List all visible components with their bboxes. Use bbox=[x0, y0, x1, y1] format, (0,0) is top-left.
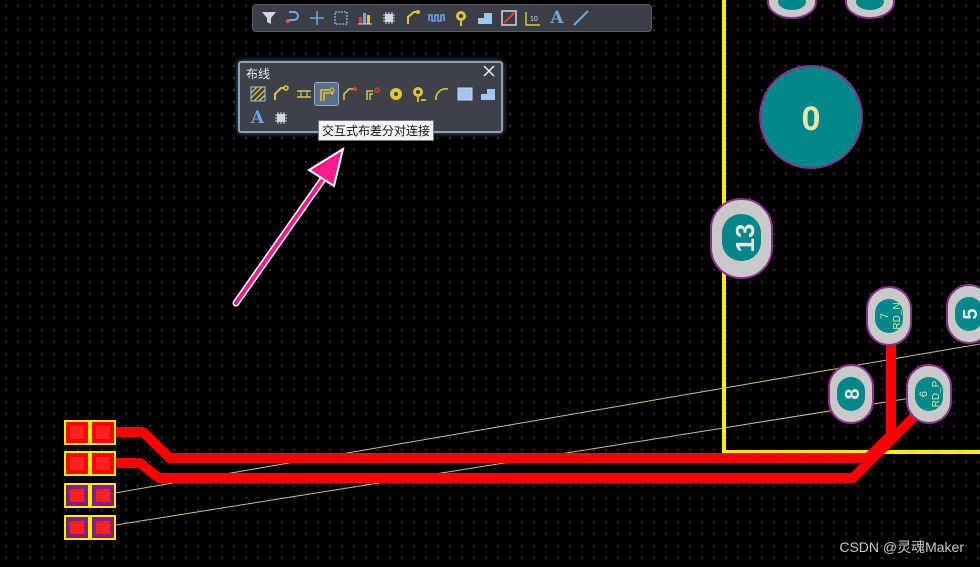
smd-connector[interactable] bbox=[64, 420, 116, 540]
length-tune-icon bbox=[428, 14, 445, 22]
pad-0-label: 0 bbox=[802, 100, 821, 138]
route-icon bbox=[407, 10, 420, 24]
gloss-button[interactable] bbox=[338, 83, 361, 105]
annotation-arrow bbox=[232, 146, 345, 307]
align-button[interactable] bbox=[353, 6, 377, 30]
multi-route-button[interactable] bbox=[292, 83, 315, 105]
text-icon: A bbox=[250, 108, 265, 128]
polygon-button[interactable] bbox=[473, 6, 497, 30]
active-bar-toolbar: 10 A bbox=[252, 4, 652, 32]
interactive-route-button[interactable] bbox=[269, 83, 292, 105]
retrace-icon bbox=[365, 87, 380, 100]
via-icon bbox=[456, 11, 466, 26]
routing-panel-title: 布线 bbox=[246, 67, 271, 81]
area-icon bbox=[501, 10, 517, 26]
trace-rd-p[interactable] bbox=[104, 341, 896, 463]
place-string-button[interactable]: A bbox=[246, 107, 269, 129]
pad-7-net: RD_N bbox=[892, 302, 903, 329]
watermark: CSDN @灵魂Maker bbox=[839, 539, 964, 555]
place-pad-button[interactable] bbox=[384, 83, 407, 105]
dimension-button[interactable]: 10 bbox=[521, 6, 545, 30]
dimension-icon: 10 bbox=[525, 12, 540, 26]
fill-button[interactable] bbox=[453, 83, 476, 105]
component-button[interactable] bbox=[377, 6, 401, 30]
length-tune-button[interactable] bbox=[425, 6, 449, 30]
arc-button[interactable] bbox=[430, 83, 453, 105]
multi-route-icon bbox=[296, 90, 311, 98]
trace-rd-n[interactable] bbox=[104, 398, 922, 483]
route-button[interactable] bbox=[401, 6, 425, 30]
diff-pair-route-button[interactable] bbox=[314, 82, 339, 106]
component-icon bbox=[383, 12, 395, 24]
place-component-button[interactable] bbox=[269, 107, 292, 129]
routing-panel-row: A bbox=[246, 107, 292, 129]
area-button[interactable] bbox=[497, 6, 521, 30]
component-icon bbox=[274, 112, 287, 124]
via-button[interactable] bbox=[449, 6, 473, 30]
line-button[interactable] bbox=[569, 6, 593, 30]
solid-region-icon bbox=[480, 89, 495, 100]
fill-icon bbox=[457, 87, 472, 101]
pad-5-label: 5 bbox=[960, 308, 980, 319]
string-button[interactable]: A bbox=[545, 6, 569, 30]
crosshair-button[interactable] bbox=[305, 6, 329, 30]
routing-panel-row bbox=[246, 82, 499, 106]
autoroute-hatch-icon bbox=[250, 86, 265, 102]
gloss-icon bbox=[342, 87, 357, 100]
pad-6-net: RD_P bbox=[931, 380, 942, 407]
align-chart-icon bbox=[358, 13, 372, 25]
place-via-button[interactable] bbox=[407, 83, 430, 105]
filter-icon bbox=[262, 12, 276, 24]
solid-region-button[interactable] bbox=[476, 83, 499, 105]
tooltip: 交互式布差分对连接 bbox=[318, 120, 435, 141]
interactive-route-icon bbox=[286, 11, 299, 23]
autoroute-button[interactable] bbox=[246, 83, 269, 105]
interactive-route-button[interactable] bbox=[281, 6, 305, 30]
pad-13-label: 13 bbox=[730, 224, 760, 253]
pad-8-label: 8 bbox=[842, 388, 864, 399]
pad-icon bbox=[389, 88, 402, 100]
via-icon bbox=[412, 87, 426, 102]
select-rect-button[interactable] bbox=[329, 6, 353, 30]
crosshair-icon bbox=[310, 11, 324, 25]
text-icon: A bbox=[550, 8, 564, 28]
retrace-button[interactable] bbox=[361, 83, 384, 105]
close-icon[interactable] bbox=[482, 64, 496, 78]
filter-button[interactable] bbox=[257, 6, 281, 30]
svg-text:10: 10 bbox=[530, 16, 538, 23]
interactive-route-icon bbox=[273, 85, 289, 100]
arc-icon bbox=[434, 87, 448, 101]
select-rect-icon bbox=[334, 11, 348, 25]
line-icon bbox=[573, 10, 589, 26]
polygon-icon bbox=[478, 13, 492, 24]
pad-7-label: 7 bbox=[879, 313, 891, 319]
diff-pair-route-icon bbox=[319, 87, 334, 101]
pad-6-label: 6 bbox=[918, 391, 930, 397]
